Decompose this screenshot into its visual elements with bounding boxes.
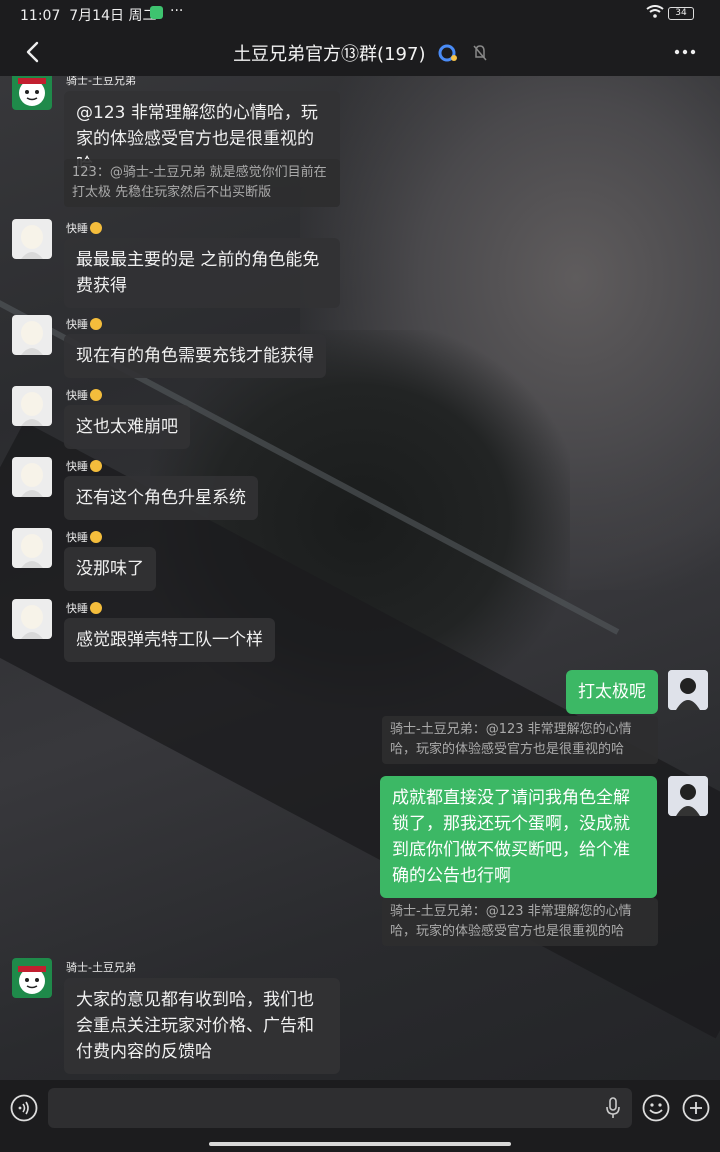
avatar[interactable] [668,776,708,816]
home-indicator[interactable] [209,1142,511,1146]
sleepy-emoji-icon [90,531,102,543]
status-bar: 11:07 7月14日 周二 ··· 34 [0,0,720,28]
sleepy-emoji-icon [90,318,102,330]
status-time: 11:07 7月14日 周二 [20,8,157,24]
sender-name: 骑士-土豆兄弟 [66,76,136,87]
chat-title[interactable]: 土豆兄弟官方⑬群(197) [233,44,425,65]
voice-icon[interactable] [10,1094,38,1122]
quoted-message[interactable]: 123：@骑士-土豆兄弟 就是感觉你们目前在打太极 先稳住玩家然后不出买断版 [64,159,340,207]
mic-icon[interactable] [604,1097,622,1119]
avatar[interactable] [12,528,52,568]
message-bubble[interactable]: 大家的意见都有收到哈，我们也会重点关注玩家对价格、广告和付费内容的反馈哈 [64,978,340,1074]
quoted-message[interactable]: 骑士-土豆兄弟：@123 非常理解您的心情哈，玩家的体验感受官方也是很重视的哈 [382,898,658,946]
message-bubble[interactable]: 成就都直接没了请问我角色全解锁了，那我还玩个蛋啊，没成就 到底你们做不做买断吧，… [380,776,657,898]
message-bubble[interactable]: 感觉跟弹壳特工队一个样 [64,618,275,662]
message-bubble[interactable]: 还有这个角色升星系统 [64,476,258,520]
sender-name: 骑士-土豆兄弟 [66,961,136,974]
sleepy-emoji-icon [90,389,102,401]
message-list[interactable]: 骑士-土豆兄弟 @123 非常理解您的心情哈，玩家的体验感受官方也是很重视的哈 … [0,76,720,1080]
sender-name: 快睡 [66,387,102,403]
sleepy-emoji-icon [90,222,102,234]
avatar[interactable] [12,76,52,110]
message-bubble[interactable]: 最最最主要的是 之前的角色能免费获得 [64,238,340,308]
sender-name: 快睡 [66,458,102,474]
avatar[interactable] [12,386,52,426]
sender-name: 快睡 [66,529,102,545]
quoted-message[interactable]: 骑士-土豆兄弟：@123 非常理解您的心情哈，玩家的体验感受官方也是很重视的哈 [382,716,658,764]
bell-off-icon [473,45,487,61]
avatar[interactable] [12,315,52,355]
input-bar [0,1080,720,1152]
avatar[interactable] [12,457,52,497]
sender-name: 快睡 [66,600,102,616]
emoji-icon[interactable] [642,1094,670,1122]
avatar[interactable] [12,599,52,639]
wifi-icon [646,5,664,22]
status-more-dots: ··· [170,3,184,19]
message-bubble[interactable]: 没那味了 [64,547,156,591]
plus-icon[interactable] [682,1094,710,1122]
message-bubble[interactable]: 这也太难崩吧 [64,405,190,449]
sender-name: 快睡 [66,316,102,332]
battery-icon: 34 [668,7,694,20]
sleepy-emoji-icon [90,460,102,472]
message-bubble[interactable]: 现在有的角色需要充钱才能获得 [64,334,326,378]
more-icon[interactable] [672,40,698,64]
avatar[interactable] [668,670,708,710]
vip-badge-icon [438,44,458,62]
chat-header: 土豆兄弟官方⑬群(197) [0,28,720,76]
sleepy-emoji-icon [90,602,102,614]
message-input[interactable] [48,1088,632,1128]
avatar[interactable] [12,219,52,259]
message-bubble[interactable]: 打太极呢 [566,670,658,714]
shield-icon [150,6,163,19]
avatar[interactable] [12,958,52,998]
sender-name: 快睡 [66,220,102,236]
